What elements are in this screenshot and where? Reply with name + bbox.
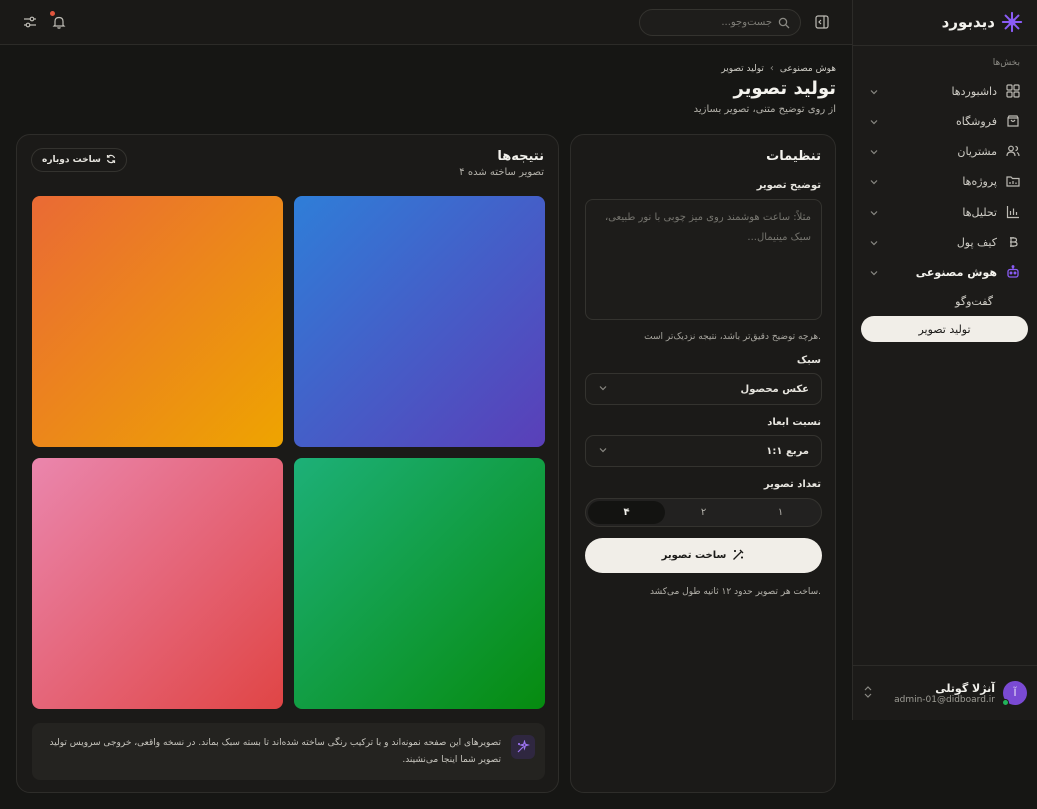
generated-image-4[interactable] [32, 458, 283, 709]
page-title: تولید تصویر [733, 78, 836, 99]
sparkles-icon [511, 735, 535, 759]
description-field[interactable] [596, 208, 811, 311]
description-hint: هرچه توضیح دقیق‌تر باشد، نتیجه نزدیک‌تر … [644, 332, 821, 342]
sidebar-section-title: بخش‌ها [992, 58, 1020, 68]
sidebar-item-label: تحلیل‌ها [962, 205, 997, 219]
sidebar-subitem-chat[interactable]: گفت‌وگو [861, 288, 1029, 314]
sidebar-item-shop[interactable]: فروشگاه [861, 108, 1029, 134]
chevron-down-icon [869, 237, 879, 247]
style-select[interactable]: عکس محصول [585, 373, 822, 405]
settings-panel: تنظیمات توضیح تصویر هرچه توضیح دقیق‌تر ب… [570, 134, 836, 793]
count-label: تعداد تصویر [763, 479, 821, 490]
topbar [0, 0, 852, 45]
sidebar-item-label: هوش مصنوعی [915, 265, 997, 279]
chevron-down-icon [869, 86, 879, 96]
image-count-selector: ۱ ۲ ۴ [585, 498, 822, 527]
search-input[interactable] [652, 17, 772, 28]
sidebar-divider [853, 45, 1037, 46]
user-email: admin-01@didboard.ir [894, 694, 995, 705]
avatar: آ [1002, 681, 1027, 706]
sample-notice: تصویرهای این صفحه نمونه‌اند و با ترکیب ر… [32, 723, 545, 780]
settings-sliders-icon[interactable] [20, 12, 40, 32]
sidebar-item-label: فروشگاه [955, 114, 997, 128]
chevron-up-down-icon[interactable] [863, 685, 873, 702]
ratio-select[interactable]: مربع ۱:۱ [585, 435, 822, 467]
results-title: نتیجه‌ها [497, 149, 544, 164]
page-subtitle: از روی توضیح متنی، تصویر بسازید [693, 104, 836, 115]
style-label: سبک [796, 355, 821, 366]
online-status-dot [1002, 699, 1009, 706]
user-info: آنژلا گوتلی admin-01@didboard.ir [873, 682, 995, 705]
notification-dot [50, 11, 55, 16]
results-panel: نتیجه‌ها ۴ تصویر ساخته شده ساخت دوباره ت… [16, 134, 559, 793]
sidebar-item-projects[interactable]: پروژه‌ها [861, 168, 1029, 194]
sidebar: دیدبورد بخش‌ها داشبوردها فروشگاه مشتریان… [852, 0, 1037, 720]
sidebar-toggle-icon[interactable] [814, 14, 830, 30]
folder-icon [1005, 173, 1021, 189]
bell-icon[interactable] [49, 11, 69, 32]
magic-wand-icon [732, 548, 745, 564]
breadcrumb-current: تولید تصویر [721, 63, 764, 74]
results-count: ۴ تصویر ساخته شده [459, 167, 544, 178]
breadcrumb-parent[interactable]: هوش مصنوعی [780, 64, 836, 74]
count-option-1[interactable]: ۱ [742, 501, 819, 524]
sidebar-item-ai[interactable]: هوش مصنوعی [861, 259, 1029, 285]
chevron-down-icon [869, 267, 879, 277]
sidebar-item-customers[interactable]: مشتریان [861, 138, 1029, 164]
search-icon [778, 17, 790, 29]
breadcrumb: هوش مصنوعی › تولید تصویر [721, 63, 836, 74]
regenerate-button-label: ساخت دوباره [42, 155, 101, 165]
avatar-initial: آ [1013, 687, 1017, 699]
sidebar-item-wallet[interactable]: کیف پول [861, 229, 1029, 255]
users-icon [1005, 143, 1021, 159]
count-option-4[interactable]: ۴ [588, 501, 665, 524]
sidebar-item-dashboards[interactable]: داشبوردها [861, 78, 1029, 104]
shop-icon [1005, 113, 1021, 129]
bitcoin-icon [1005, 234, 1021, 250]
chevron-down-icon [869, 176, 879, 186]
search-box[interactable] [639, 9, 801, 36]
dashboard-icon [1005, 83, 1021, 99]
style-select-value: عکس محصول [740, 383, 809, 395]
brand-name: دیدبورد [941, 13, 995, 31]
generate-button-label: ساخت تصویر [661, 550, 727, 561]
description-label: توضیح تصویر [756, 180, 821, 191]
count-option-2[interactable]: ۲ [665, 501, 742, 524]
breadcrumb-separator: › [769, 63, 774, 74]
sidebar-item-label: داشبوردها [951, 84, 997, 98]
sidebar-item-label: مشتریان [957, 144, 997, 158]
sidebar-item-analytics[interactable]: تحلیل‌ها [861, 199, 1029, 225]
ratio-select-value: مربع ۱:۱ [766, 445, 809, 457]
chevron-down-icon [598, 444, 608, 458]
generated-image-2[interactable] [32, 196, 283, 447]
chevron-down-icon [869, 207, 879, 217]
ratio-label: نسبت ابعاد [767, 417, 821, 428]
sidebar-item-label: پروژه‌ها [962, 174, 997, 188]
regenerate-button[interactable]: ساخت دوباره [31, 148, 127, 172]
generated-image-1[interactable] [294, 196, 545, 447]
generate-button[interactable]: ساخت تصویر [585, 538, 822, 573]
brand-logo-icon [1001, 11, 1023, 33]
brand[interactable]: دیدبورد [942, 11, 1023, 33]
robot-icon [1005, 264, 1021, 280]
chevron-down-icon [869, 146, 879, 156]
user-name: آنژلا گوتلی [935, 681, 995, 695]
description-field-wrapper [585, 199, 822, 320]
chevron-down-icon [869, 116, 879, 126]
sidebar-item-label: کیف پول [956, 235, 997, 249]
chevron-down-icon [598, 382, 608, 396]
settings-title: تنظیمات [766, 149, 821, 164]
refresh-icon [106, 154, 116, 167]
generate-note: ساخت هر تصویر حدود ۱۲ ثانیه طول می‌کشد. [649, 587, 821, 597]
chart-icon [1005, 204, 1021, 220]
generated-image-3[interactable] [294, 458, 545, 709]
sample-notice-text: تصویرهای این صفحه نمونه‌اند و با ترکیب ر… [49, 738, 501, 765]
sidebar-subitem-image-generation[interactable]: تولید تصویر [861, 316, 1028, 342]
user-profile[interactable]: آ آنژلا گوتلی admin-01@didboard.ir [853, 665, 1037, 720]
